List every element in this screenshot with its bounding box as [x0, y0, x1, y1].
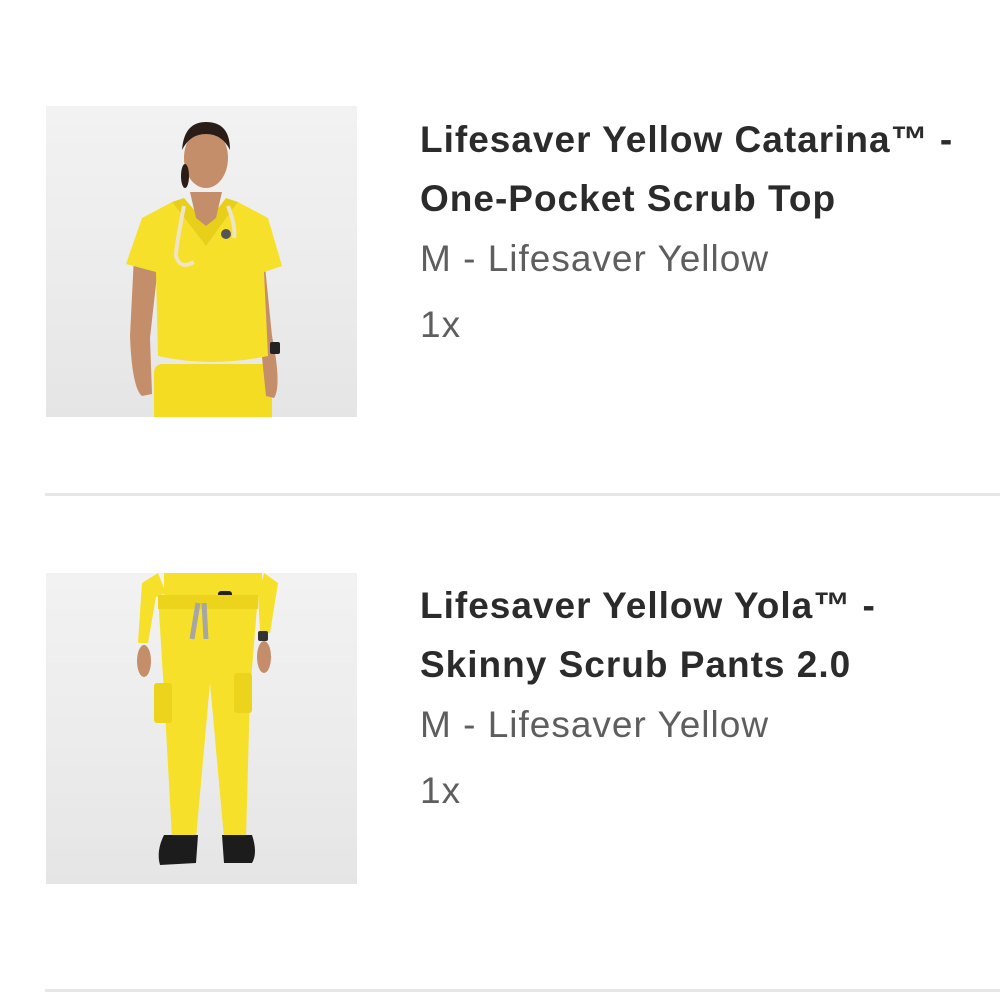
cart-item: Lifesaver Yellow Catarina™ - One-Pocket … [0, 0, 1000, 495]
product-title[interactable]: Lifesaver Yellow Yola™ - Skinny Scrub Pa… [420, 576, 970, 694]
product-title[interactable]: Lifesaver Yellow Catarina™ - One-Pocket … [420, 110, 970, 228]
product-image-scrub-top[interactable] [46, 106, 357, 417]
product-image-scrub-pants[interactable] [46, 573, 357, 884]
scrub-top-photo-icon [126, 122, 282, 417]
item-divider [45, 989, 1000, 992]
scrub-pants-photo-icon [137, 573, 278, 865]
product-quantity: 1x [420, 770, 462, 811]
cart-item-details: Lifesaver Yellow Yola™ - Skinny Scrub Pa… [420, 576, 970, 826]
cart-item-details: Lifesaver Yellow Catarina™ - One-Pocket … [420, 110, 970, 360]
cart-item: Lifesaver Yellow Yola™ - Skinny Scrub Pa… [0, 497, 1000, 990]
item-divider [45, 493, 1000, 496]
product-variant: M - Lifesaver Yellow [420, 704, 770, 745]
product-quantity: 1x [420, 304, 462, 345]
product-variant: M - Lifesaver Yellow [420, 238, 770, 279]
